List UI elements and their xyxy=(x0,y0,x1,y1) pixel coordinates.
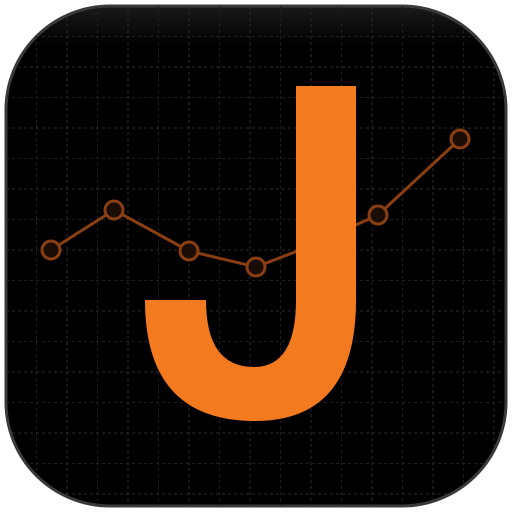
chart-point-marker xyxy=(367,204,389,226)
chart-point-marker xyxy=(245,256,267,278)
icon-tile xyxy=(4,4,508,508)
app-icon-canvas: J xyxy=(0,0,512,512)
chart-point-marker xyxy=(178,240,200,262)
app-icon[interactable]: J xyxy=(0,0,512,512)
chart-point-marker xyxy=(449,128,471,150)
chart-point-marker xyxy=(103,199,125,221)
chart-point-marker xyxy=(40,239,62,261)
